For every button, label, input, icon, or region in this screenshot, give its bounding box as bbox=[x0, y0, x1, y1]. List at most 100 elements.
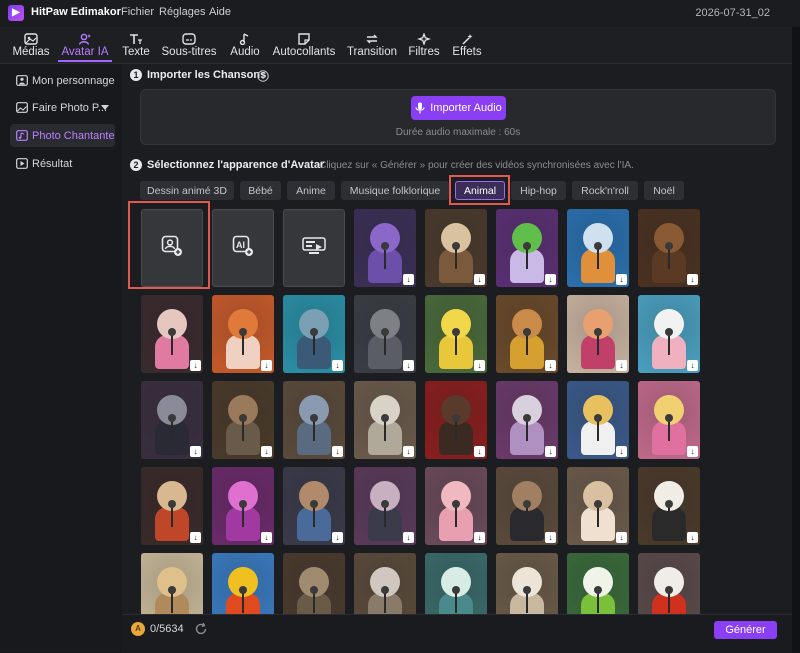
download-icon[interactable]: ↓ bbox=[474, 360, 485, 371]
avatar-tile-duck-singer[interactable]: ↓ bbox=[425, 209, 487, 287]
ai-generate-avatar-tile[interactable]: AI bbox=[212, 209, 274, 287]
tool-effets[interactable]: Effets bbox=[448, 27, 486, 63]
template-avatar-tile[interactable] bbox=[283, 209, 345, 287]
microphone-stand-icon bbox=[242, 419, 244, 441]
download-icon[interactable]: ↓ bbox=[261, 360, 272, 371]
avatar-tile-fluffy-sheep[interactable]: ↓ bbox=[354, 381, 416, 459]
tool-texte[interactable]: Texte bbox=[118, 27, 154, 63]
avatar-tile-pink-leopard[interactable]: ↓ bbox=[141, 295, 203, 373]
download-icon[interactable]: ↓ bbox=[687, 532, 698, 543]
download-icon[interactable]: ↓ bbox=[687, 274, 698, 285]
avatar-tile-yellow-duck[interactable]: ↓ bbox=[425, 295, 487, 373]
avatar-tile-blue-shark[interactable]: ↓ bbox=[567, 209, 629, 287]
download-icon[interactable]: ↓ bbox=[616, 274, 627, 285]
info-icon[interactable] bbox=[257, 69, 269, 87]
tool-filtres[interactable]: Filtres bbox=[406, 27, 442, 63]
avatar-tile-highland-cow[interactable]: ↓ bbox=[638, 209, 700, 287]
download-icon[interactable]: ↓ bbox=[190, 446, 201, 457]
download-icon[interactable]: ↓ bbox=[616, 360, 627, 371]
menu-fichier[interactable]: Fichier bbox=[121, 6, 154, 18]
avatar-tile-pink-pig[interactable]: ↓ bbox=[425, 467, 487, 545]
avatar-tile-guitar-cat[interactable]: ↓ bbox=[212, 381, 274, 459]
avatar-tile-gray-elephant[interactable]: ↓ bbox=[283, 381, 345, 459]
download-icon[interactable]: ↓ bbox=[403, 532, 414, 543]
category-bebe[interactable]: Bébé bbox=[240, 181, 281, 200]
avatar-tile-guitar-kangaroo[interactable]: ↓ bbox=[496, 295, 558, 373]
refresh-icon[interactable] bbox=[194, 622, 208, 636]
avatar-tile-gray-monster[interactable]: ↓ bbox=[354, 295, 416, 373]
generate-button[interactable]: Générer bbox=[714, 621, 777, 639]
microphone-icon bbox=[594, 328, 602, 336]
category-dessin-anime-3d[interactable]: Dessin animé 3D bbox=[140, 181, 234, 200]
download-icon[interactable]: ↓ bbox=[332, 532, 343, 543]
microphone-stand-icon bbox=[242, 505, 244, 527]
microphone-stand-icon bbox=[384, 333, 386, 355]
avatar-tile-pikachu-guitar[interactable]: ↓ bbox=[638, 381, 700, 459]
download-icon[interactable]: ↓ bbox=[190, 532, 201, 543]
download-icon[interactable]: ↓ bbox=[332, 446, 343, 457]
category-anime[interactable]: Anime bbox=[287, 181, 335, 200]
download-icon[interactable]: ↓ bbox=[190, 360, 201, 371]
avatar-tile-top-hat-cat[interactable]: ↓ bbox=[496, 381, 558, 459]
tool-sous-titres[interactable]: Sous-titres bbox=[160, 27, 218, 63]
download-icon[interactable]: ↓ bbox=[261, 532, 272, 543]
category-musique-folklorique[interactable]: Musique folklorique bbox=[341, 181, 449, 200]
category-noel[interactable]: Noël bbox=[644, 181, 684, 200]
download-icon[interactable]: ↓ bbox=[403, 360, 414, 371]
avatar-tile-red-fox[interactable]: ↓ bbox=[212, 295, 274, 373]
download-icon[interactable]: ↓ bbox=[616, 532, 627, 543]
category-hip-hop[interactable]: Hip-hop bbox=[511, 181, 566, 200]
avatar-tile-kangaroo-denim[interactable]: ↓ bbox=[283, 467, 345, 545]
tool-audio[interactable]: Audio bbox=[226, 27, 264, 63]
download-icon[interactable]: ↓ bbox=[474, 274, 485, 285]
download-icon[interactable]: ↓ bbox=[474, 532, 485, 543]
avatar-tile-pink-bunny[interactable]: ↓ bbox=[212, 467, 274, 545]
avatar-tile-leopard-cat[interactable]: ↓ bbox=[567, 381, 629, 459]
microphone-stand-icon bbox=[242, 591, 244, 613]
avatar-tile-mouse-knit[interactable]: ↓ bbox=[567, 467, 629, 545]
microphone-icon bbox=[523, 586, 531, 594]
download-icon[interactable]: ↓ bbox=[545, 274, 556, 285]
menu-aide[interactable]: Aide bbox=[209, 6, 231, 18]
microphone-stand-icon bbox=[313, 591, 315, 613]
avatar-tile-dairy-cow[interactable]: ↓ bbox=[638, 467, 700, 545]
download-icon[interactable]: ↓ bbox=[545, 532, 556, 543]
download-icon[interactable]: ↓ bbox=[687, 360, 698, 371]
microphone-icon bbox=[452, 242, 460, 250]
upload-photo-tile[interactable] bbox=[141, 209, 203, 287]
download-icon[interactable]: ↓ bbox=[616, 446, 627, 457]
avatar-tile-hippo-blue[interactable]: ↓ bbox=[283, 295, 345, 373]
sidebar-item-faire-photo[interactable]: Faire Photo P... bbox=[10, 96, 115, 119]
avatar-tile-rabbit-hat[interactable]: ↓ bbox=[354, 467, 416, 545]
avatar-tile-white-chick[interactable]: ↓ bbox=[638, 295, 700, 373]
microphone-stand-icon bbox=[668, 505, 670, 527]
sidebar-item-resultat[interactable]: Résultat bbox=[10, 152, 115, 175]
avatar-tile-purple-hippo[interactable]: ↓ bbox=[354, 209, 416, 287]
menu-reglages[interactable]: Réglages bbox=[159, 6, 205, 18]
download-icon[interactable]: ↓ bbox=[545, 360, 556, 371]
download-icon[interactable]: ↓ bbox=[261, 446, 272, 457]
tool-autocollants[interactable]: Autocollants bbox=[270, 27, 338, 63]
avatar-tile-green-lizard[interactable]: ↓ bbox=[496, 209, 558, 287]
avatar-tile-hat-cat[interactable]: ↓ bbox=[141, 381, 203, 459]
download-icon[interactable]: ↓ bbox=[403, 446, 414, 457]
download-icon[interactable]: ↓ bbox=[545, 446, 556, 457]
tool-transition[interactable]: Transition bbox=[344, 27, 400, 63]
tool-medias[interactable]: Médias bbox=[8, 27, 54, 63]
download-icon[interactable]: ↓ bbox=[687, 446, 698, 457]
tool-avatar-ia[interactable]: Avatar IA bbox=[58, 27, 112, 63]
avatar-tile-hyena-suit[interactable]: ↓ bbox=[496, 467, 558, 545]
sidebar-item-photo-chantante[interactable]: Photo Chantante bbox=[10, 124, 115, 147]
sidebar-item-mon-personnage[interactable]: Mon personnage bbox=[10, 69, 115, 92]
download-icon[interactable]: ↓ bbox=[332, 360, 343, 371]
category-animal[interactable]: Animal bbox=[455, 181, 505, 200]
avatar-tile-giraffe-singer[interactable]: ↓ bbox=[141, 467, 203, 545]
download-icon[interactable]: ↓ bbox=[474, 446, 485, 457]
avatar-tile-sunglasses-cat[interactable]: ↓ bbox=[567, 295, 629, 373]
chevron-down-icon[interactable] bbox=[101, 102, 109, 114]
import-audio-button[interactable]: Importer Audio bbox=[411, 96, 506, 120]
microphone-icon bbox=[452, 500, 460, 508]
download-icon[interactable]: ↓ bbox=[403, 274, 414, 285]
avatar-tile-red-cow[interactable]: ↓ bbox=[425, 381, 487, 459]
category-rock-n-roll[interactable]: Rock'n'roll bbox=[572, 181, 638, 200]
